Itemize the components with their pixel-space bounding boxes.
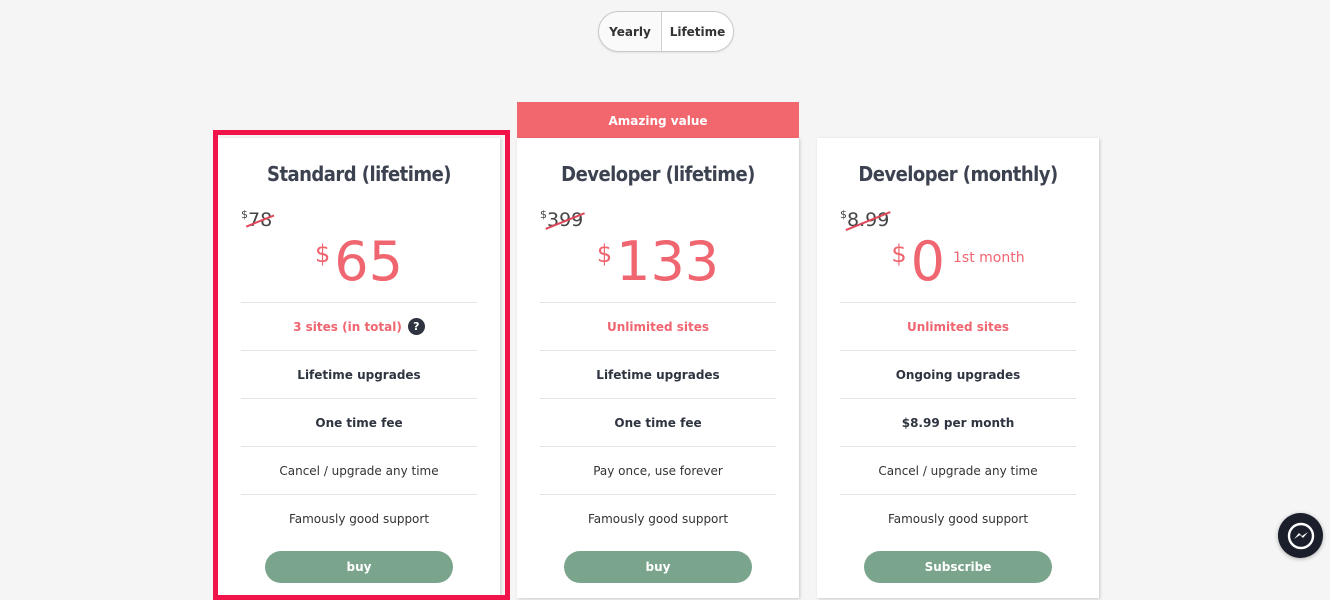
buy-button[interactable]: buy bbox=[265, 551, 453, 583]
old-price-currency: $ bbox=[840, 208, 847, 221]
old-price-value: 8.99 bbox=[847, 209, 890, 231]
feature-item: Unlimited sites bbox=[840, 302, 1076, 350]
old-price-value: 399 bbox=[547, 209, 584, 231]
feature-item: Famously good support bbox=[540, 494, 776, 542]
old-price-currency: $ bbox=[540, 208, 547, 221]
feature-item: Cancel / upgrade any time bbox=[241, 446, 477, 494]
price-amount: 65 bbox=[334, 230, 403, 293]
messenger-chat-button[interactable] bbox=[1278, 513, 1323, 558]
feature-item: Famously good support bbox=[241, 494, 477, 542]
price-currency: $ bbox=[596, 240, 613, 268]
plan-card-developer-monthly: Developer (monthly) $8.99 $ 0 1st month … bbox=[817, 138, 1099, 598]
feature-item: One time fee bbox=[241, 398, 477, 446]
question-circle-icon[interactable]: ? bbox=[407, 318, 425, 335]
old-price: $78 bbox=[241, 208, 272, 231]
feature-list: Unlimited sites Lifetime upgrades One ti… bbox=[540, 302, 776, 542]
feature-item: Ongoing upgrades bbox=[840, 350, 1076, 398]
old-price: $8.99 bbox=[840, 208, 889, 231]
feature-item: Cancel / upgrade any time bbox=[840, 446, 1076, 494]
feature-item: One time fee bbox=[540, 398, 776, 446]
feature-item: $8.99 per month bbox=[840, 398, 1076, 446]
price-currency: $ bbox=[891, 240, 907, 268]
feature-item: Lifetime upgrades bbox=[241, 350, 477, 398]
price-amount: 133 bbox=[616, 230, 720, 293]
price: $ 133 bbox=[517, 232, 799, 292]
feature-item: Unlimited sites bbox=[540, 302, 776, 350]
messenger-icon bbox=[1287, 522, 1314, 549]
amazing-value-ribbon: Amazing value bbox=[517, 102, 799, 139]
price: $ 0 1st month bbox=[817, 232, 1099, 292]
old-price: $399 bbox=[540, 208, 583, 231]
feature-item: Pay once, use forever bbox=[540, 446, 776, 494]
old-price-currency: $ bbox=[241, 208, 248, 221]
price-currency: $ bbox=[315, 240, 331, 268]
price-amount: 0 bbox=[910, 230, 946, 293]
price-suffix: 1st month bbox=[953, 250, 1025, 266]
toggle-yearly[interactable]: Yearly bbox=[599, 12, 662, 51]
feature-item: 3 sites (in total) ? bbox=[241, 302, 477, 350]
subscribe-button[interactable]: Subscribe bbox=[864, 551, 1052, 583]
price: $ 65 bbox=[218, 232, 500, 292]
feature-item: Famously good support bbox=[840, 494, 1076, 542]
plan-title: Standard (lifetime) bbox=[267, 162, 451, 186]
plan-card-standard-lifetime: Standard (lifetime) $78 $ 65 3 sites (in… bbox=[218, 138, 500, 598]
plan-title: Developer (lifetime) bbox=[561, 162, 755, 186]
feature-text: 3 sites (in total) bbox=[293, 319, 402, 334]
feature-list: 3 sites (in total) ? Lifetime upgrades O… bbox=[241, 302, 477, 542]
billing-period-toggle: Yearly Lifetime bbox=[598, 11, 734, 52]
feature-item: Lifetime upgrades bbox=[540, 350, 776, 398]
plan-card-developer-lifetime: Developer (lifetime) $399 $ 133 Unlimite… bbox=[517, 138, 799, 598]
buy-button[interactable]: buy bbox=[564, 551, 752, 583]
toggle-lifetime[interactable]: Lifetime bbox=[662, 12, 733, 51]
old-price-value: 78 bbox=[248, 209, 273, 231]
feature-list: Unlimited sites Ongoing upgrades $8.99 p… bbox=[840, 302, 1076, 542]
plan-title: Developer (monthly) bbox=[858, 162, 1058, 186]
